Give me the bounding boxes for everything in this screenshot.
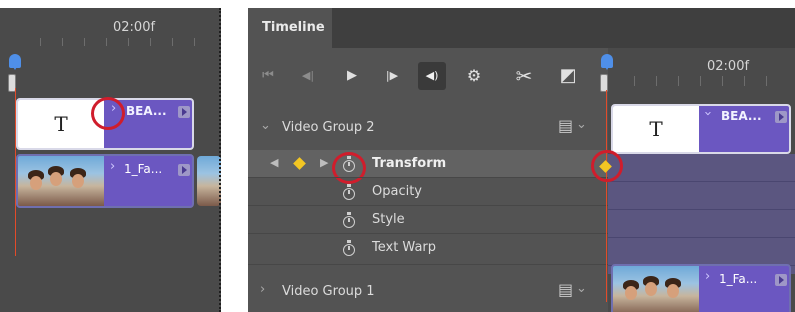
left-ruler: 02:00f bbox=[0, 8, 221, 46]
property-label: Style bbox=[372, 212, 405, 227]
stopwatch-icon[interactable] bbox=[343, 212, 355, 228]
play-button[interactable]: ▶ bbox=[338, 62, 366, 90]
track-header-panel: ⌄ Video Group 2 ▤ ⌄ ◀ ▶ Transform Opacit… bbox=[248, 104, 608, 312]
timeline-toolbar: ⏮ ◀| ▶ |▶ ◀) ⚙ ✂ ◩ bbox=[248, 48, 608, 104]
property-label: Text Warp bbox=[372, 240, 437, 255]
tab-timeline[interactable]: Timeline bbox=[248, 8, 332, 48]
title-clip[interactable]: T › BEA... bbox=[611, 104, 791, 154]
go-to-first-frame-button[interactable]: ⏮ bbox=[254, 62, 282, 90]
track-video-group-1[interactable]: › Video Group 1 ▤ ⌄ bbox=[248, 268, 608, 312]
film-icon[interactable]: ▤ bbox=[558, 280, 573, 299]
track-label: Video Group 2 bbox=[282, 120, 375, 135]
property-row-transform[interactable]: ◀ ▶ Transform bbox=[248, 150, 608, 177]
chevron-down-icon[interactable]: ⌄ bbox=[260, 118, 271, 133]
add-keyframe-icon[interactable] bbox=[293, 157, 306, 170]
left-video-clip-menu-icon[interactable] bbox=[178, 164, 190, 176]
track-video-group-2[interactable]: ⌄ Video Group 2 ▤ ⌄ bbox=[248, 104, 608, 150]
transition-button[interactable]: ◩ bbox=[554, 62, 582, 90]
track-label: Video Group 1 bbox=[282, 284, 375, 299]
timeline-panel: Timeline ⏮ ◀| ▶ |▶ ◀) ⚙ ✂ ◩ ⌄ Video Grou… bbox=[248, 8, 795, 312]
ruler-time: 02:00f bbox=[707, 59, 750, 74]
previous-frame-button[interactable]: ◀| bbox=[294, 62, 322, 90]
left-highlight-ring bbox=[91, 97, 125, 130]
title-clip-thumbnail: T bbox=[613, 106, 699, 152]
property-row-opacity[interactable]: Opacity bbox=[248, 178, 608, 205]
property-row-text-warp[interactable]: Text Warp bbox=[248, 234, 608, 261]
split-at-playhead-button[interactable]: ✂ bbox=[510, 62, 538, 90]
left-title-clip-label: BEA... bbox=[126, 104, 167, 118]
next-keyframe-icon[interactable]: ▶ bbox=[320, 156, 328, 169]
left-ruler-time: 02:00f bbox=[113, 20, 156, 35]
chevron-down-icon[interactable]: ⌄ bbox=[576, 281, 587, 296]
stopwatch-icon[interactable] bbox=[343, 184, 355, 200]
left-title-clip-menu-icon[interactable] bbox=[178, 106, 190, 118]
title-clip-collapse-icon[interactable]: › bbox=[700, 111, 715, 116]
left-playhead-handle[interactable] bbox=[9, 54, 21, 70]
property-row-style[interactable]: Style bbox=[248, 206, 608, 233]
video-clip-label: 1_Fa... bbox=[719, 272, 758, 286]
stopwatch-icon[interactable] bbox=[343, 240, 355, 256]
keyframe-lanes bbox=[608, 154, 795, 274]
mute-audio-button[interactable]: ◀) bbox=[418, 62, 446, 90]
title-clip-menu-icon[interactable] bbox=[775, 111, 787, 123]
video-clip-thumbnail bbox=[613, 266, 699, 312]
video-clip[interactable]: › 1_Fa... bbox=[611, 264, 791, 312]
title-clip-label: BEA... bbox=[721, 109, 762, 123]
property-label: Transform bbox=[372, 156, 447, 171]
video-clip-expand-icon[interactable]: › bbox=[705, 269, 710, 284]
left-video-clip-expand-icon[interactable]: › bbox=[110, 159, 115, 174]
settings-button[interactable]: ⚙ bbox=[460, 62, 488, 90]
timeline-area: 02:00f T › BEA... › 1_Fa... bbox=[591, 48, 795, 312]
panel-tab-strip bbox=[332, 8, 795, 48]
chevron-right-icon[interactable]: › bbox=[260, 282, 265, 297]
keyframe-highlight-ring bbox=[591, 150, 623, 182]
left-video-clip-label: 1_Fa... bbox=[124, 162, 163, 176]
property-label: Opacity bbox=[372, 184, 423, 199]
left-timeline-crop: 02:00f T › BEA... › 1_Fa... bbox=[0, 8, 221, 312]
previous-keyframe-icon[interactable]: ◀ bbox=[270, 156, 278, 169]
playhead-handle[interactable] bbox=[601, 54, 613, 70]
timeline-ruler: 02:00f bbox=[608, 48, 795, 86]
playhead-line bbox=[606, 90, 607, 302]
video-clip-menu-icon[interactable] bbox=[775, 274, 787, 286]
next-frame-button[interactable]: |▶ bbox=[378, 62, 406, 90]
film-icon[interactable]: ▤ bbox=[558, 116, 573, 135]
left-video-clip-thumbnail bbox=[18, 156, 104, 206]
chevron-down-icon[interactable]: ⌄ bbox=[576, 117, 587, 132]
left-video-clip[interactable]: › 1_Fa... bbox=[16, 154, 194, 208]
